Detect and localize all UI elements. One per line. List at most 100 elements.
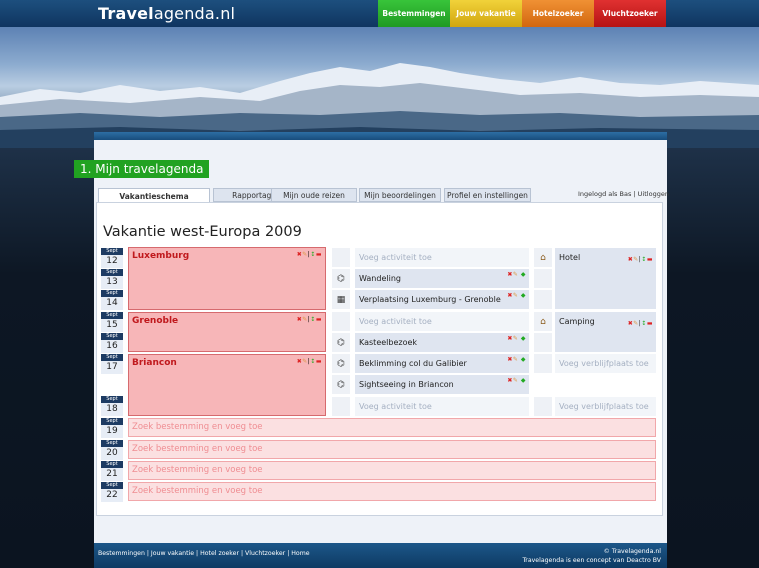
move-icon: ◆ [520,335,526,342]
nav-vluchtzoeker[interactable]: Vluchtzoeker [594,0,666,27]
activity-item[interactable]: Kasteelbezoek ✖✎ ◆ [355,333,529,352]
nav-hotelzoeker[interactable]: Hotelzoeker [522,0,594,27]
login-text: Ingelogd als Bas [578,190,632,198]
destination-controls[interactable]: ✖✎|↕▬ [297,358,322,365]
search-destination-input[interactable]: Zoek bestemming en voeg toe [128,440,656,459]
day-label: Sept 14 [101,290,123,310]
destination-block-grenoble[interactable]: Grenoble ✖✎|↕▬ [128,312,326,352]
edit-icon: ✎ [512,292,519,299]
activity-item[interactable]: Beklimming col du Galibier ✖✎ ◆ [355,354,529,373]
stay-icon-placeholder [534,269,552,288]
destination-name: Luxemburg [132,251,190,261]
destination-controls[interactable]: ✖✎|↕▬ [297,316,322,323]
edit-icon: ✎ [633,320,639,327]
day-label: Sept 16 [101,333,123,353]
footer-link-bestemmingen[interactable]: Bestemmingen [98,550,145,557]
day-label: Sept 22 [101,482,123,502]
logout-link[interactable]: Uitloggen [638,190,669,198]
edit-icon: ✎ [512,335,519,342]
edit-icon: ✎ [512,356,519,363]
footer-link-vluchtzoeker[interactable]: Vluchtzoeker [245,550,285,557]
remove-icon: ▬ [646,256,653,263]
activity-item[interactable]: Sightseeing in Briancon ✖✎ ◆ [355,375,529,394]
panel-top-strip [94,132,667,140]
site-logo[interactable]: Travelagenda.nl [98,4,235,23]
binoculars-icon: ⌬ [332,333,350,352]
stay-controls[interactable]: ✖✎|↕▬ [628,250,653,269]
tab-mijn-oude-reizen[interactable]: Mijn oude reizen [271,188,357,202]
nav-bestemmingen[interactable]: Bestemmingen [378,0,450,27]
house-icon: ⌂ [534,248,552,267]
day-label: Sept 20 [101,440,123,460]
move-icon: ◆ [520,271,526,278]
login-status: Ingelogd als Bas | Uitloggen [578,190,669,198]
footer-link-home[interactable]: Home [291,550,309,557]
search-destination-input[interactable]: Zoek bestemming en voeg toe [128,418,656,437]
edit-icon: ✎ [302,316,308,323]
stay-item-hotel[interactable]: Hotel ✖✎|↕▬ [555,248,656,309]
activity-icon-placeholder [332,397,350,416]
binoculars-icon: ⌬ [332,354,350,373]
move-icon: ◆ [520,292,526,299]
tab-vakantieschema[interactable]: Vakantieschema [98,188,210,203]
stay-item-camping[interactable]: Camping ✖✎|↕▬ [555,312,656,352]
move-icon: ◆ [520,356,526,363]
search-destination-input[interactable]: Zoek bestemming en voeg toe [128,461,656,480]
destination-name: Briancon [132,358,177,368]
destination-controls[interactable]: ✖✎|↕▬ [297,251,322,258]
remove-icon: ▬ [646,320,653,327]
edit-icon: ✎ [302,358,308,365]
activity-controls[interactable]: ✖✎ ◆ [507,291,526,301]
destination-block-luxemburg[interactable]: Luxemburg ✖✎|↕▬ [128,247,326,310]
tab-mijn-beoordelingen[interactable]: Mijn beoordelingen [359,188,441,202]
add-activity-button[interactable]: Voeg activiteit toe [355,248,529,267]
house-icon: ⌂ [534,312,552,331]
day-label: Sept 15 [101,312,123,332]
day-label: Sept 19 [101,418,123,438]
binoculars-icon: ⌬ [332,269,350,288]
day-label: Sept 12 [101,248,123,268]
stay-icon-placeholder [534,354,552,373]
stay-icon-placeholder [534,290,552,309]
remove-icon: ▬ [315,316,322,323]
day-label: Sept 21 [101,461,123,481]
footer: Bestemmingen | Jouw vakantie | Hotel zoe… [94,543,667,568]
activity-controls[interactable]: ✖✎ ◆ [507,270,526,280]
stay-icon-placeholder [534,397,552,416]
add-stay-button[interactable]: Voeg verblijfplaats toe [555,354,656,373]
day-label: Sept 13 [101,269,123,289]
add-activity-button[interactable]: Voeg activiteit toe [355,397,529,416]
activity-item[interactable]: Wandeling ✖✎ ◆ [355,269,529,288]
move-icon: ◆ [520,377,526,384]
footer-link-hotel-zoeker[interactable]: Hotel zoeker [200,550,239,557]
remove-icon: ▬ [315,251,322,258]
add-stay-button[interactable]: Voeg verblijfplaats toe [555,397,656,416]
remove-icon: ▬ [315,358,322,365]
footer-link-jouw-vakantie[interactable]: Jouw vakantie [151,550,194,557]
trip-title: Vakantie west-Europa 2009 [103,224,302,240]
edit-icon: ✎ [512,271,519,278]
activity-item[interactable]: Verplaatsing Luxemburg - Grenoble ✖✎ ◆ [355,290,529,309]
activity-controls[interactable]: ✖✎ ◆ [507,376,526,386]
nav-jouw-vakantie[interactable]: Jouw vakantie [450,0,522,27]
day-label: Sept 17 [101,354,123,374]
map-icon: ▦ [332,290,350,309]
destination-block-briancon[interactable]: Briancon ✖✎|↕▬ [128,354,326,416]
day-label: Sept 18 [101,396,123,416]
search-destination-input[interactable]: Zoek bestemming en voeg toe [128,482,656,501]
footer-links: Bestemmingen | Jouw vakantie | Hotel zoe… [98,550,310,557]
edit-icon: ✎ [512,377,519,384]
binoculars-icon: ⌬ [332,375,350,394]
tab-profiel-instellingen[interactable]: Profiel en instellingen [444,188,531,202]
stay-icon-placeholder [534,333,552,352]
edit-icon: ✎ [302,251,308,258]
stay-controls[interactable]: ✖✎|↕▬ [628,314,653,333]
section-title: 1. Mijn travelagenda [74,160,210,178]
destination-name: Grenoble [132,316,179,326]
add-activity-button[interactable]: Voeg activiteit toe [355,312,529,331]
activity-controls[interactable]: ✖✎ ◆ [507,355,526,365]
edit-icon: ✎ [633,256,639,263]
footer-copyright: © Travelagenda.nl Travelagenda is een con… [522,548,661,564]
activity-icon-placeholder [332,312,350,331]
activity-controls[interactable]: ✖✎ ◆ [507,334,526,344]
